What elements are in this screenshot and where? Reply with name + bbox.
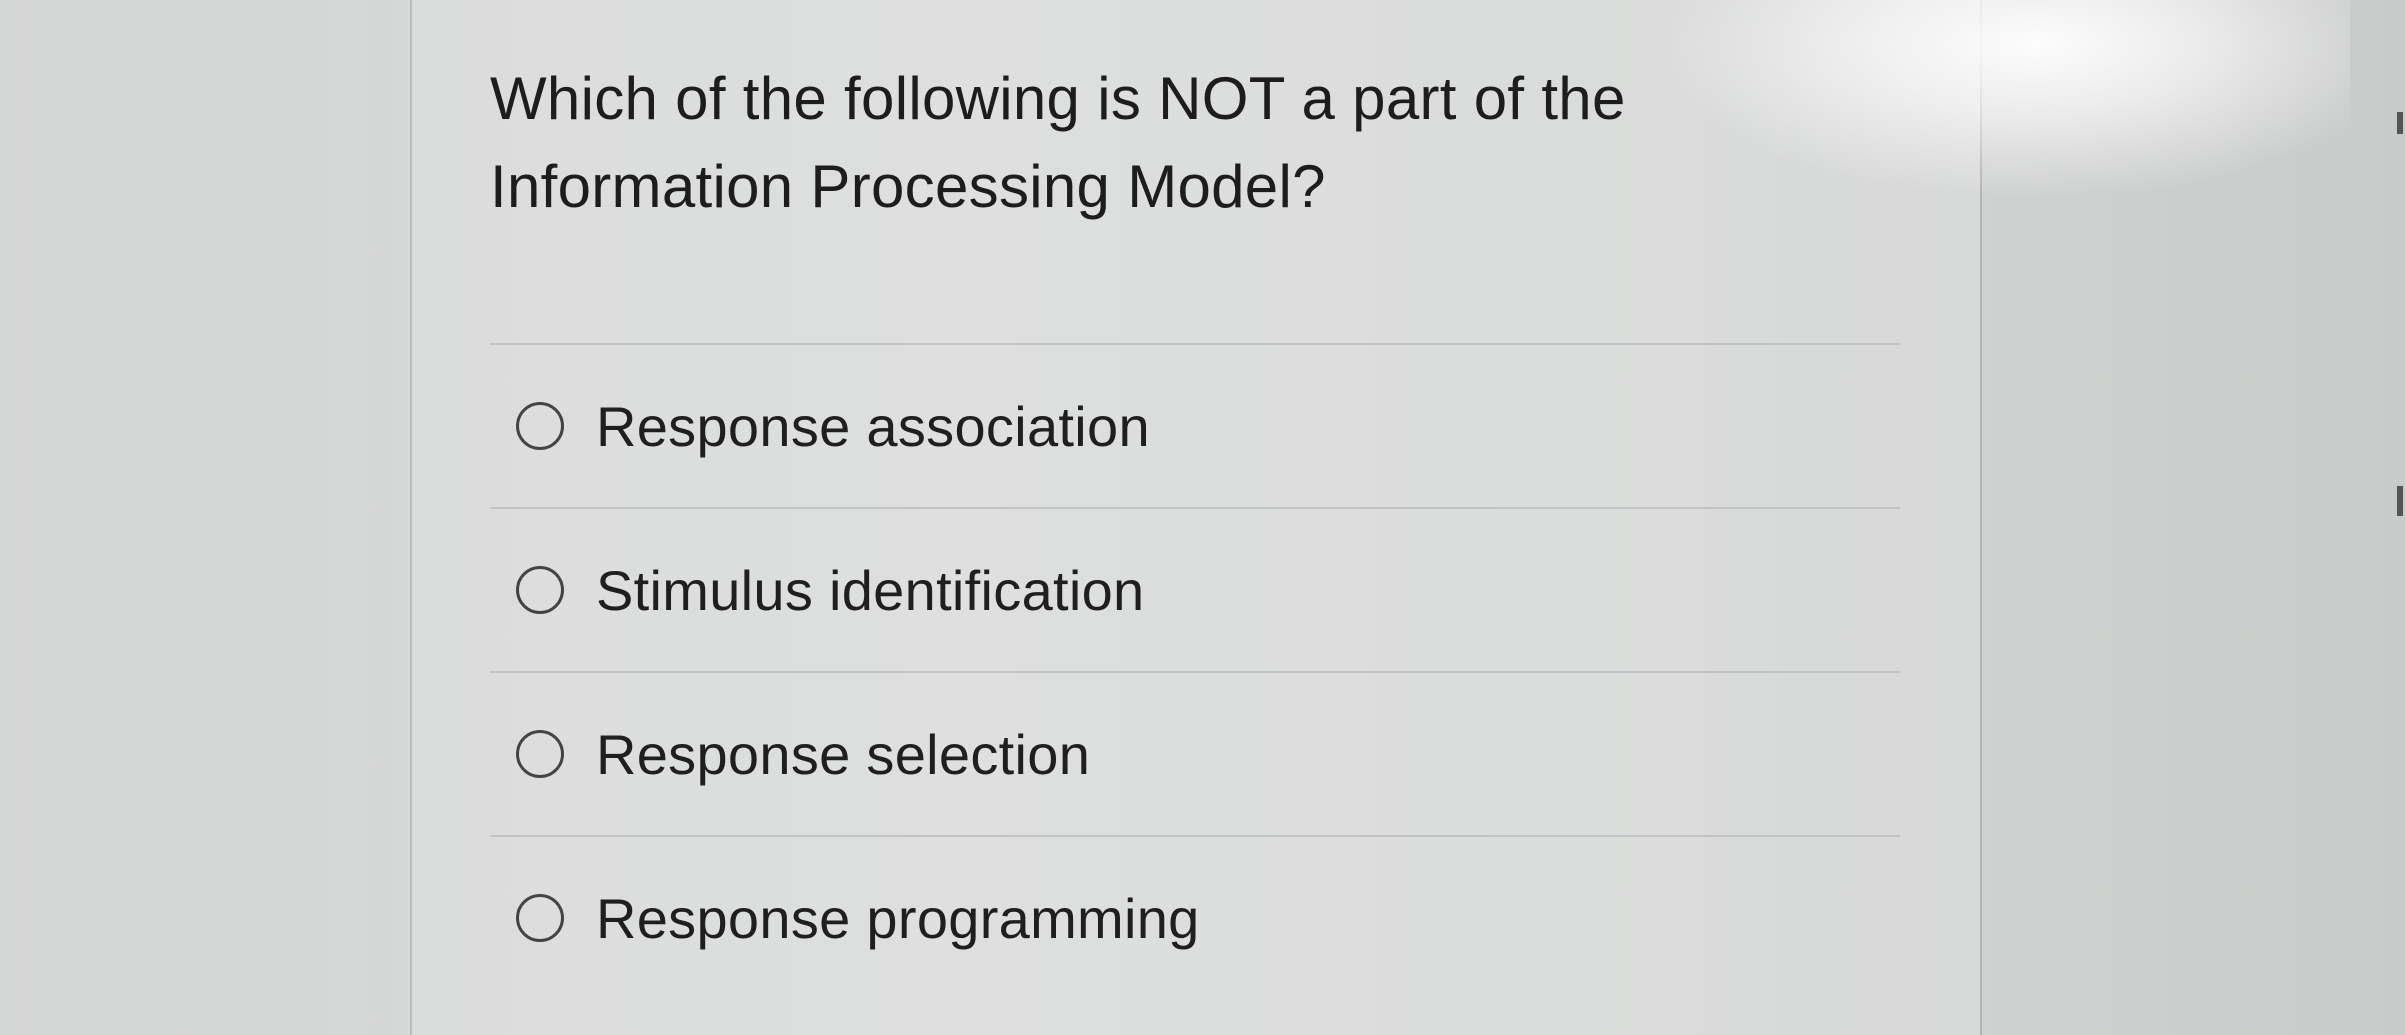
option-label: Response association bbox=[596, 394, 1150, 458]
question-text: Which of the following is NOT a part of … bbox=[490, 65, 1626, 220]
right-panel bbox=[1982, 0, 2405, 1035]
option-stimulus-identification[interactable]: Stimulus identification bbox=[490, 507, 1900, 671]
edge-mark bbox=[2397, 486, 2403, 516]
option-label: Stimulus identification bbox=[596, 558, 1145, 622]
radio-button[interactable] bbox=[516, 730, 564, 778]
radio-button[interactable] bbox=[516, 566, 564, 614]
edge-mark bbox=[2397, 112, 2403, 134]
answer-options: Response association Stimulus identifica… bbox=[490, 343, 1900, 999]
option-response-selection[interactable]: Response selection bbox=[490, 671, 1900, 835]
option-response-programming[interactable]: Response programming bbox=[490, 835, 1900, 999]
radio-button[interactable] bbox=[516, 402, 564, 450]
option-label: Response programming bbox=[596, 886, 1200, 950]
left-panel bbox=[0, 0, 412, 1035]
option-label: Response selection bbox=[596, 722, 1091, 786]
radio-button[interactable] bbox=[516, 894, 564, 942]
option-response-association[interactable]: Response association bbox=[490, 343, 1900, 507]
